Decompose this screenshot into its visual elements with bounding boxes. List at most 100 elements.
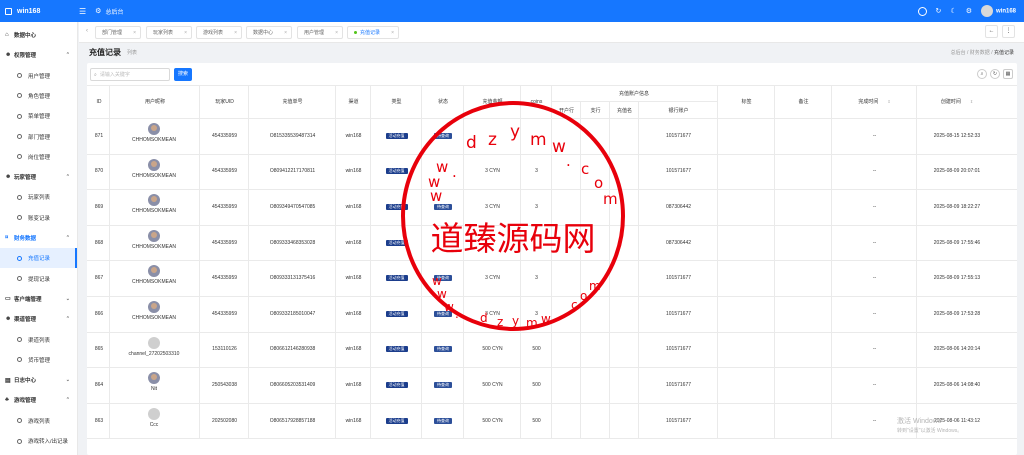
menu-toggle-icon[interactable]: ☰ [79, 7, 86, 16]
user-cell[interactable]: CHHOMSOKMEAN [109, 229, 199, 250]
table-cell-amount: 500 CYN [482, 417, 503, 424]
tab-item[interactable]: 部门管理 × [95, 26, 141, 39]
type-badge: 活动充值 [385, 346, 408, 353]
close-icon[interactable]: × [133, 30, 136, 36]
table-cell-done: -- [872, 346, 877, 353]
sidebar-item[interactable]: 岗位管理 [0, 147, 77, 167]
column-header-holder[interactable]: 充值名 [611, 102, 638, 118]
sidebar-item[interactable]: 游戏列表 [0, 411, 77, 431]
column-header-order[interactable]: 充值单号 [250, 85, 335, 118]
sidebar-item[interactable]: 游戏转入/出记录 [0, 431, 77, 451]
column-header-type[interactable]: 类型 [372, 85, 421, 118]
column-header-branch[interactable]: 支行 [582, 102, 609, 118]
user-cell[interactable]: CHHOMSOKMEAN [109, 158, 199, 179]
tab-item[interactable]: 用户管理 × [297, 26, 343, 39]
search-button[interactable]: 搜索 [174, 68, 192, 81]
status-badge: 待查询 [434, 132, 452, 139]
sidebar-group[interactable]: ☻ 玩家管理 ⌃ [0, 167, 77, 187]
sidebar-item[interactable]: 角色管理 [0, 86, 77, 106]
breadcrumb-item[interactable]: 总后台 [951, 50, 966, 56]
sidebar-group[interactable]: ♣ 游戏管理 ⌃ [0, 390, 77, 410]
column-header-status[interactable]: 状态 [423, 85, 463, 118]
column-header-bank[interactable]: 开户行 [553, 102, 580, 118]
header-bottom-line [87, 118, 1017, 119]
user-cell[interactable]: channel_27202503310 [109, 336, 199, 357]
home-link[interactable]: ⚙ 总后台 [95, 7, 123, 16]
circle-icon [17, 276, 22, 282]
column-divider [717, 85, 718, 438]
sidebar-group[interactable]: ⌂ 数据中心 [0, 25, 77, 45]
settings-icon[interactable]: ⚙ [966, 7, 972, 15]
table-cell-uid: 454335959 [211, 239, 238, 246]
tab-item[interactable]: 玩家列表 × [146, 26, 192, 39]
column-header-account[interactable]: 银行账户 [640, 102, 717, 118]
close-icon[interactable]: × [184, 30, 187, 36]
user-cell[interactable]: CHHOMSOKMEAN [109, 301, 199, 321]
user-cell[interactable]: CHHOMSOKMEAN [109, 123, 199, 143]
close-icon[interactable]: × [391, 30, 394, 36]
column-header-id[interactable]: ID [89, 85, 109, 118]
type-badge: 活动充值 [385, 239, 408, 246]
zoom-icon[interactable]: ⌕ [977, 69, 987, 79]
sidebar-item[interactable]: 货币管理 [0, 350, 77, 370]
tabs-scroll-left-icon[interactable]: ‹ [84, 26, 90, 37]
tabs-back-icon[interactable]: ← [985, 25, 998, 38]
close-icon[interactable]: × [284, 30, 287, 36]
table-tools: ⌕ ↻ ▦ [977, 69, 1013, 79]
column-header-bank-group: 充值账户信息 [551, 85, 717, 101]
sidebar-group[interactable]: ¤ 财务数据 ⌃ [0, 228, 77, 248]
refresh-icon[interactable]: ↻ [990, 69, 1000, 79]
tab-label: 数据中心 [253, 30, 274, 36]
column-header-created[interactable]: 创建时间 ⇕ [918, 85, 996, 118]
sidebar-item[interactable]: 部门管理 [0, 127, 77, 147]
table-cell-id: 868 [94, 239, 104, 246]
circle-icon [17, 93, 22, 99]
sidebar-item[interactable]: 充值记录 [0, 248, 77, 269]
user-cell[interactable]: CHHOMSOKMEAN [109, 265, 199, 285]
app-logo[interactable]: win168 [0, 7, 76, 15]
username: win168 [995, 8, 1016, 15]
user-cell[interactable]: Nit [109, 372, 199, 392]
sidebar-group[interactable]: ☻ 渠道管理 ⌃ [0, 309, 77, 329]
sidebar-group[interactable]: ▤ 日志中心 ⌄ [0, 370, 77, 390]
search-input[interactable]: ⌕ 请输入关键字 [90, 68, 170, 81]
sidebar-item[interactable]: 用户管理 [0, 66, 77, 86]
tab-item[interactable]: 游戏列表 × [196, 26, 242, 39]
tab-item[interactable]: 数据中心 × [246, 26, 292, 39]
column-header-tag[interactable]: 标签 [719, 85, 774, 118]
tabs-more-icon[interactable]: ⋮ [1002, 25, 1015, 38]
column-header-nick[interactable]: 用户昵称 [111, 85, 199, 118]
column-header-done[interactable]: 完成时间 ⇕ [833, 85, 916, 118]
sidebar-item[interactable]: 渠道列表 [0, 330, 77, 350]
breadcrumb-item[interactable]: 财务数据 [970, 50, 990, 56]
language-icon[interactable] [917, 6, 927, 16]
sidebar-item[interactable]: 玩家列表 [0, 187, 77, 207]
close-icon[interactable]: × [234, 30, 237, 36]
refresh-icon[interactable]: ↻ [936, 7, 942, 15]
close-icon[interactable]: × [335, 30, 338, 36]
column-divider [774, 85, 775, 438]
column-header-amount[interactable]: 充值金额 [465, 85, 520, 118]
header-label: 用户昵称 [144, 99, 165, 105]
sort-icon[interactable]: ⇕ [887, 99, 890, 104]
user-cell[interactable]: CHHOMSOKMEAN [109, 194, 199, 214]
column-divider [831, 85, 832, 438]
user-cell[interactable]: Ccc [109, 407, 199, 428]
sort-icon[interactable]: ⇕ [970, 99, 973, 104]
column-header-remark[interactable]: 备注 [776, 85, 831, 118]
table-cell-order: O809333131375416 [269, 275, 316, 282]
sidebar-group[interactable]: ▭ 客户端管理 ⌄ [0, 289, 77, 309]
tab-active[interactable]: 充值记录 × [347, 26, 399, 39]
table-cell-done: -- [872, 239, 877, 246]
sidebar-group[interactable]: ☻ 权限管理 ⌃ [0, 45, 77, 65]
user-menu[interactable]: win168 [980, 5, 1016, 17]
monitor-icon: ▭ [5, 296, 11, 303]
column-header-channel[interactable]: 渠道 [337, 85, 370, 118]
column-header-coins[interactable]: coins [522, 85, 551, 118]
sidebar-item[interactable]: 提现记录 [0, 269, 77, 289]
column-header-uid[interactable]: 玩家UID [201, 85, 248, 118]
columns-icon[interactable]: ▦ [1003, 69, 1013, 79]
dark-mode-icon[interactable]: ☾ [950, 7, 956, 15]
sidebar-item[interactable]: 菜单管理 [0, 106, 77, 126]
sidebar-item[interactable]: 账变记录 [0, 208, 77, 228]
